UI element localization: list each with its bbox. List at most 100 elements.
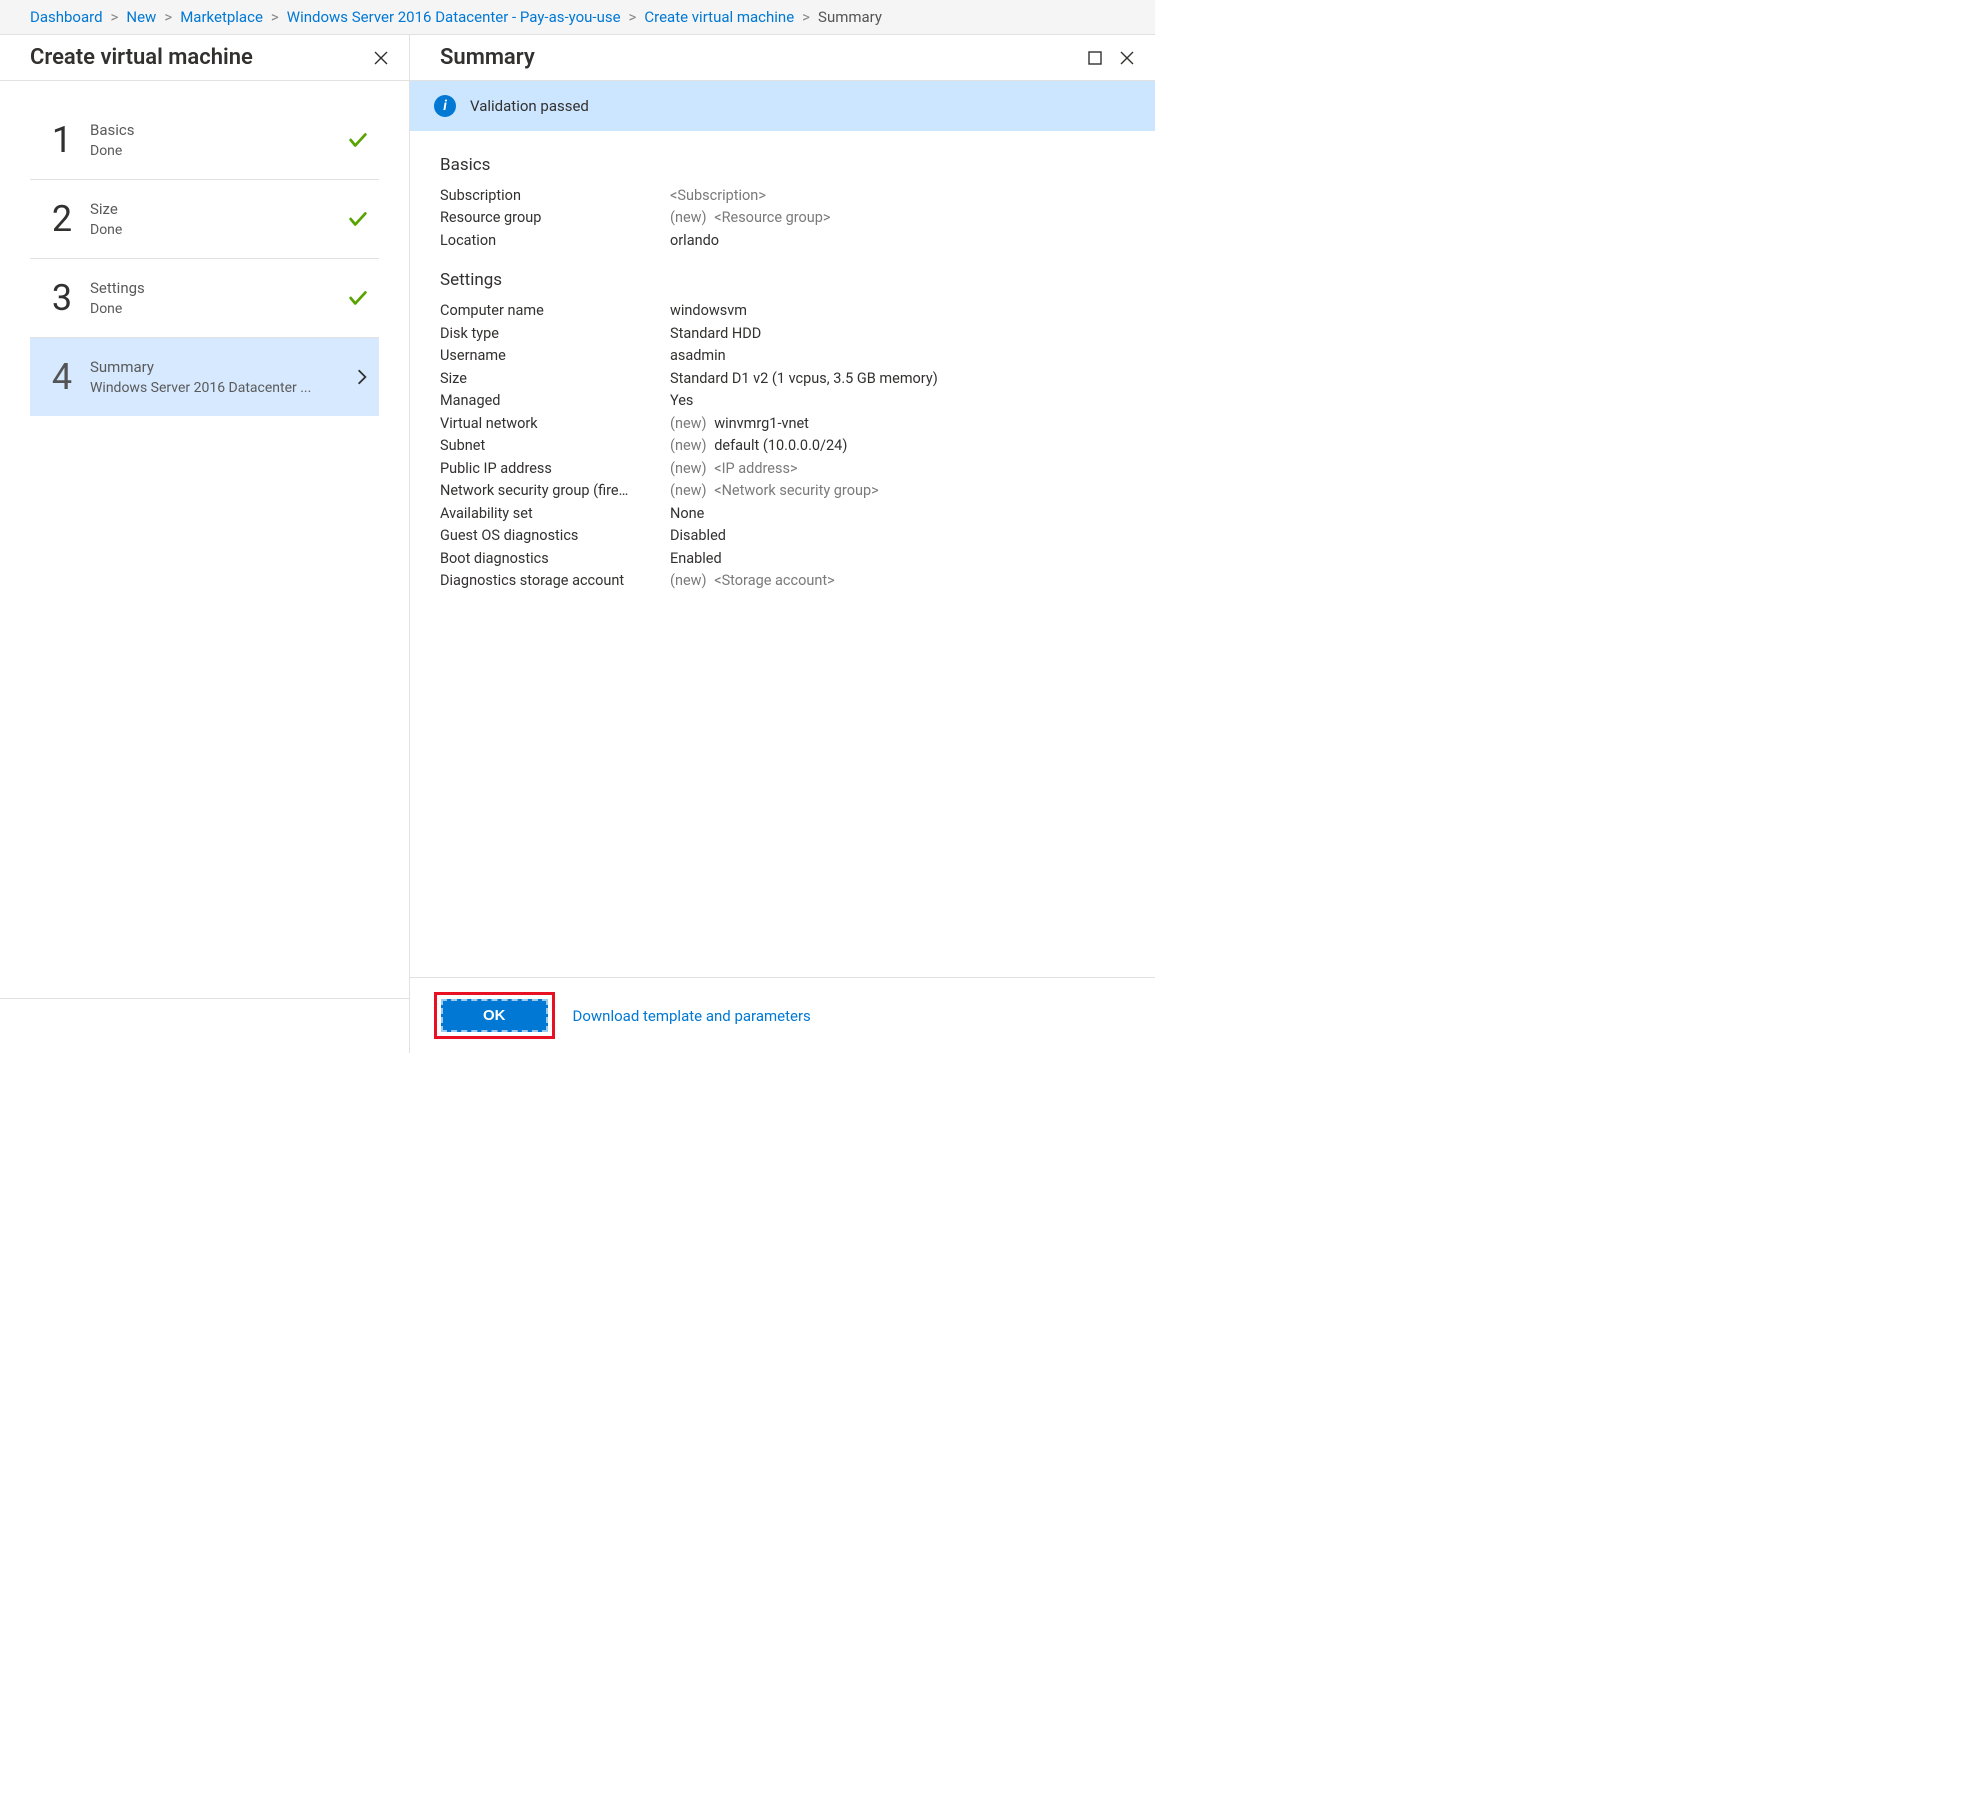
- new-tag: (new): [670, 437, 707, 454]
- summary-key: Guest OS diagnostics: [440, 525, 670, 547]
- summary-value-text: winvmrg1-vnet: [711, 415, 809, 432]
- summary-key: Diagnostics storage account: [440, 570, 670, 592]
- info-icon: i: [434, 95, 456, 117]
- summary-key: Username: [440, 345, 670, 367]
- summary-value: orlando: [670, 230, 1125, 252]
- chevron-right-icon: [355, 368, 369, 386]
- summary-value: (new) <Resource group>: [670, 207, 1125, 229]
- step-text: Settings Done: [90, 279, 347, 317]
- close-icon[interactable]: [1117, 48, 1137, 68]
- summary-value: Enabled: [670, 548, 1125, 570]
- summary-value: windowsvm: [670, 300, 1125, 322]
- validation-message: Validation passed: [470, 97, 589, 115]
- step-number: 4: [40, 356, 84, 398]
- summary-value-text: None: [670, 505, 704, 522]
- summary-value: <Subscription>: [670, 185, 1125, 207]
- new-tag: (new): [670, 572, 707, 589]
- summary-key: Disk type: [440, 323, 670, 345]
- breadcrumb-separator: >: [629, 8, 637, 26]
- summary-row: Resource group(new) <Resource group>: [440, 207, 1125, 229]
- summary-value-text: orlando: [670, 232, 719, 249]
- new-tag: (new): [670, 460, 707, 477]
- wizard-step-1[interactable]: 1BasicsDone: [30, 101, 379, 180]
- download-template-link[interactable]: Download template and parameters: [573, 1007, 811, 1025]
- step-number: 3: [40, 277, 84, 319]
- wizard-step-2[interactable]: 2SizeDone: [30, 180, 379, 259]
- summary-value: (new) <IP address>: [670, 458, 1125, 480]
- summary-key: Size: [440, 368, 670, 390]
- summary-row: Network security group (fire…(new) <Netw…: [440, 480, 1125, 502]
- section-heading: Basics: [440, 155, 1125, 175]
- summary-row: Boot diagnostics Enabled: [440, 548, 1125, 570]
- summary-value-text: Enabled: [670, 550, 722, 567]
- step-text: SizeDone: [90, 200, 347, 238]
- summary-value-text: <Subscription>: [670, 187, 766, 204]
- summary-value: Disabled: [670, 525, 1125, 547]
- summary-key: Boot diagnostics: [440, 548, 670, 570]
- summary-row: Diagnostics storage account(new) <Storag…: [440, 570, 1125, 592]
- breadcrumb-link[interactable]: Windows Server 2016 Datacenter - Pay-as-…: [287, 8, 621, 26]
- right-panel-header: Summary: [410, 35, 1155, 81]
- summary-key: Virtual network: [440, 413, 670, 435]
- summary-value-text: default (10.0.0.0/24): [711, 437, 848, 454]
- summary-body: Basics Subscription <Subscription>Resourc…: [410, 131, 1155, 977]
- summary-value-text: <Resource group>: [711, 209, 831, 226]
- summary-value: (new) default (10.0.0.0/24): [670, 435, 1125, 457]
- summary-key: Public IP address: [440, 458, 670, 480]
- summary-value: (new) <Network security group>: [670, 480, 1125, 502]
- right-panel-title: Summary: [440, 45, 535, 70]
- summary-value: (new) <Storage account>: [670, 570, 1125, 592]
- summary-value-text: Yes: [670, 392, 693, 409]
- wizard-steps: 1BasicsDone2SizeDone3SettingsDone4Summar…: [0, 81, 409, 436]
- summary-key: Location: [440, 230, 670, 252]
- wizard-step-4[interactable]: 4SummaryWindows Server 2016 Datacenter .…: [30, 338, 379, 416]
- breadcrumb-link[interactable]: Marketplace: [180, 8, 263, 26]
- maximize-icon[interactable]: [1085, 48, 1105, 68]
- ok-button[interactable]: OK: [441, 999, 548, 1032]
- breadcrumb: Dashboard > New > Marketplace > Windows Server…: [0, 0, 1155, 35]
- step-status: Done: [90, 301, 347, 317]
- summary-row: Public IP address(new) <IP address>: [440, 458, 1125, 480]
- summary-value: Yes: [670, 390, 1125, 412]
- summary-row: Availability set None: [440, 503, 1125, 525]
- breadcrumb-separator: >: [271, 8, 279, 26]
- summary-value: asadmin: [670, 345, 1125, 367]
- step-status: Done: [90, 143, 347, 159]
- summary-value-text: asadmin: [670, 347, 726, 364]
- section-heading: Settings: [440, 270, 1125, 290]
- breadcrumb-link[interactable]: Create virtual machine: [644, 8, 794, 26]
- left-panel-footer: [0, 998, 409, 1053]
- step-text: BasicsDone: [90, 121, 347, 159]
- step-text: SummaryWindows Server 2016 Datacenter ..…: [90, 358, 355, 396]
- breadcrumb-link[interactable]: New: [126, 8, 156, 26]
- wizard-step-3[interactable]: 3 Settings Done: [30, 259, 379, 338]
- step-title: Summary: [90, 358, 355, 376]
- breadcrumb-separator: >: [111, 8, 119, 26]
- summary-row: Username asadmin: [440, 345, 1125, 367]
- summary-row: Size Standard D1 v2 (1 vcpus, 3.5 GB mem…: [440, 368, 1125, 390]
- checkmark-icon: [347, 208, 369, 230]
- summary-row: Virtual network(new) winvmrg1-vnet: [440, 413, 1125, 435]
- summary-key: Managed: [440, 390, 670, 412]
- summary-value-text: Disabled: [670, 527, 726, 544]
- ok-button-highlight: OK: [434, 992, 555, 1039]
- summary-value: Standard HDD: [670, 323, 1125, 345]
- summary-value-text: Standard D1 v2 (1 vcpus, 3.5 GB memory): [670, 370, 938, 387]
- summary-value: Standard D1 v2 (1 vcpus, 3.5 GB memory): [670, 368, 1125, 390]
- new-tag: (new): [670, 209, 707, 226]
- new-tag: (new): [670, 415, 707, 432]
- close-icon[interactable]: [371, 48, 391, 68]
- checkmark-icon: [347, 287, 369, 309]
- new-tag: (new): [670, 482, 707, 499]
- breadcrumb-link[interactable]: Dashboard: [30, 8, 103, 26]
- right-panel-footer: OK Download template and parameters: [410, 977, 1155, 1053]
- summary-row: Disk type Standard HDD: [440, 323, 1125, 345]
- breadcrumb-separator: >: [164, 8, 172, 26]
- summary-row: Subnet(new) default (10.0.0.0/24): [440, 435, 1125, 457]
- step-title: Size: [90, 200, 347, 218]
- summary-value: None: [670, 503, 1125, 525]
- summary-key: Resource group: [440, 207, 670, 229]
- summary-row: Subscription <Subscription>: [440, 185, 1125, 207]
- summary-value-text: <Storage account>: [711, 572, 835, 589]
- step-title: Settings: [90, 279, 347, 297]
